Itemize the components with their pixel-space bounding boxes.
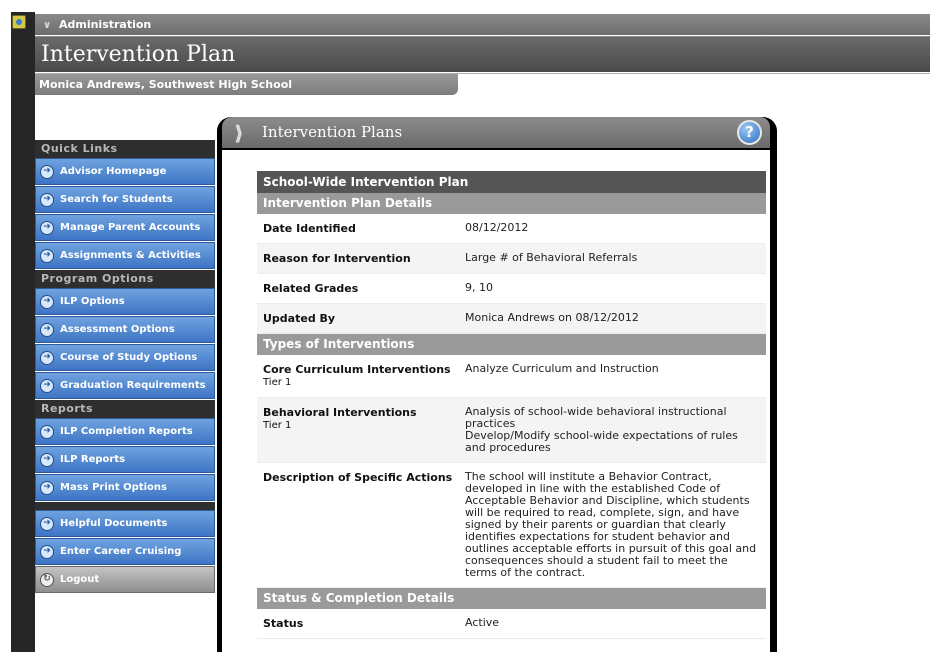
- sidebar-item-label: Graduation Requirements: [60, 380, 206, 391]
- sidebar-item-label: ILP Completion Reports: [60, 426, 193, 437]
- arrow-right-icon: ➜: [40, 452, 54, 467]
- core-curriculum-tier: Tier 1: [263, 377, 292, 388]
- table-row: Reason for Intervention Large # of Behav…: [257, 244, 766, 274]
- sidebar-item-label: Manage Parent Accounts: [60, 222, 201, 233]
- arrow-right-icon: ➜: [40, 480, 54, 495]
- status-section-heading: Status & Completion Details: [257, 588, 766, 609]
- sidebar-item-label: ILP Options: [60, 296, 125, 307]
- logout-icon: ↻: [40, 572, 54, 587]
- details-section-heading: Intervention Plan Details: [257, 193, 766, 214]
- status-label: Status: [263, 617, 304, 630]
- admin-label: Administration: [58, 18, 152, 31]
- title-bar: Intervention Plan: [35, 36, 930, 72]
- arrow-right-icon: ➜: [40, 220, 54, 235]
- logout-label: Logout: [60, 574, 100, 585]
- plan-title: School-Wide Intervention Plan: [257, 171, 766, 193]
- double-chevron-icon: ⟩⟩: [234, 121, 243, 145]
- behavioral-title: Behavioral Interventions: [263, 406, 417, 419]
- logout-button[interactable]: ↻ Logout: [35, 566, 215, 593]
- sidebar-item-label: Search for Students: [60, 194, 173, 205]
- reports-heading: Reports: [35, 400, 215, 418]
- arrow-right-icon: ➜: [40, 424, 54, 439]
- sidebar-item-career-cruising[interactable]: ➜ Enter Career Cruising: [35, 538, 215, 565]
- sidebar-item-ilp-completion-reports[interactable]: ➜ ILP Completion Reports: [35, 418, 215, 445]
- page-title: Intervention Plan: [41, 42, 236, 67]
- arrow-right-icon: ➜: [40, 294, 54, 309]
- reason-label: Reason for Intervention: [263, 252, 411, 265]
- arrow-right-icon: ➜: [40, 248, 54, 263]
- behavioral-value-1: Analysis of school-wide behavioral instr…: [465, 405, 727, 430]
- updated-by-label: Updated By: [263, 312, 336, 325]
- sidebar-item-label: Mass Print Options: [60, 482, 167, 493]
- sidebar-spacer: [35, 502, 215, 510]
- date-identified-value: 08/12/2012: [465, 221, 529, 234]
- description-label: Description of Specific Actions: [263, 471, 453, 484]
- table-row: Related Grades 9, 10: [257, 274, 766, 304]
- sidebar-item-label: Assignments & Activities: [60, 250, 201, 261]
- arrow-right-icon: ➜: [40, 544, 54, 559]
- sidebar-item-assignments-activities[interactable]: ➜ Assignments & Activities: [35, 242, 215, 269]
- description-value: The school will institute a Behavior Con…: [465, 470, 757, 579]
- arrow-right-icon: ➜: [40, 192, 54, 207]
- table-row: Core Curriculum Interventions Tier 1 Ana…: [257, 355, 766, 398]
- arrow-right-icon: ➜: [40, 378, 54, 393]
- arrow-right-icon: ➜: [40, 350, 54, 365]
- sidebar-item-label: ILP Reports: [60, 454, 126, 465]
- behavioral-tier: Tier 1: [263, 420, 292, 431]
- student-subtitle: Monica Andrews, Southwest High School: [35, 74, 458, 95]
- admin-bar[interactable]: ∨ Administration: [35, 14, 930, 35]
- behavioral-label: Behavioral Interventions Tier 1: [257, 398, 461, 462]
- sidebar-item-label: Course of Study Options: [60, 352, 198, 363]
- left-strip: [11, 12, 35, 652]
- sidebar-item-advisor-homepage[interactable]: ➜ Advisor Homepage: [35, 158, 215, 185]
- types-section-heading: Types of Interventions: [257, 334, 766, 355]
- sidebar-item-label: Helpful Documents: [60, 518, 168, 529]
- intervention-plan-table: School-Wide Intervention Plan Interventi…: [257, 171, 766, 639]
- help-icon[interactable]: ?: [737, 120, 762, 145]
- updated-by-value: Monica Andrews on 08/12/2012: [465, 311, 639, 324]
- core-curriculum-value: Analyze Curriculum and Instruction: [465, 362, 659, 375]
- table-row: Description of Specific Actions The scho…: [257, 463, 766, 588]
- core-curriculum-label: Core Curriculum Interventions Tier 1: [257, 355, 461, 397]
- chevron-down-icon: ∨: [43, 20, 52, 31]
- arrow-right-icon: ➜: [40, 164, 54, 179]
- sidebar-item-ilp-options[interactable]: ➜ ILP Options: [35, 288, 215, 315]
- panel-title: Intervention Plans: [262, 123, 403, 141]
- sidebar-item-label: Enter Career Cruising: [60, 546, 182, 557]
- table-row: Behavioral Interventions Tier 1 Analysis…: [257, 398, 766, 463]
- sidebar: Quick Links ➜ Advisor Homepage ➜ Search fo…: [35, 140, 215, 594]
- program-options-heading: Program Options: [35, 270, 215, 288]
- sidebar-item-helpful-documents[interactable]: ➜ Helpful Documents: [35, 510, 215, 537]
- sidebar-item-graduation-requirements[interactable]: ➜ Graduation Requirements: [35, 372, 215, 399]
- sidebar-item-manage-parent-accounts[interactable]: ➜ Manage Parent Accounts: [35, 214, 215, 241]
- sidebar-item-label: Advisor Homepage: [60, 166, 167, 177]
- behavioral-value-2: Develop/Modify school-wide expectations …: [465, 429, 738, 454]
- quick-links-heading: Quick Links: [35, 140, 215, 158]
- panel-header: ⟩⟩ Intervention Plans: [222, 117, 770, 148]
- home-icon[interactable]: [12, 15, 26, 29]
- status-value: Active: [465, 616, 500, 629]
- related-grades-label: Related Grades: [263, 282, 359, 295]
- table-row: Date Identified 08/12/2012: [257, 214, 766, 244]
- sidebar-item-course-of-study-options[interactable]: ➜ Course of Study Options: [35, 344, 215, 371]
- sidebar-item-mass-print-options[interactable]: ➜ Mass Print Options: [35, 474, 215, 501]
- date-identified-label: Date Identified: [263, 222, 356, 235]
- reason-value: Large # of Behavioral Referrals: [465, 251, 638, 264]
- sidebar-item-assessment-options[interactable]: ➜ Assessment Options: [35, 316, 215, 343]
- behavioral-value: Analysis of school-wide behavioral instr…: [461, 398, 766, 462]
- sidebar-item-label: Assessment Options: [60, 324, 175, 335]
- core-curriculum-title: Core Curriculum Interventions: [263, 363, 451, 376]
- table-row: Updated By Monica Andrews on 08/12/2012: [257, 304, 766, 334]
- arrow-right-icon: ➜: [40, 516, 54, 531]
- related-grades-value: 9, 10: [465, 281, 493, 294]
- sidebar-item-ilp-reports[interactable]: ➜ ILP Reports: [35, 446, 215, 473]
- table-row: Status Active: [257, 609, 766, 639]
- arrow-right-icon: ➜: [40, 322, 54, 337]
- sidebar-item-search-students[interactable]: ➜ Search for Students: [35, 186, 215, 213]
